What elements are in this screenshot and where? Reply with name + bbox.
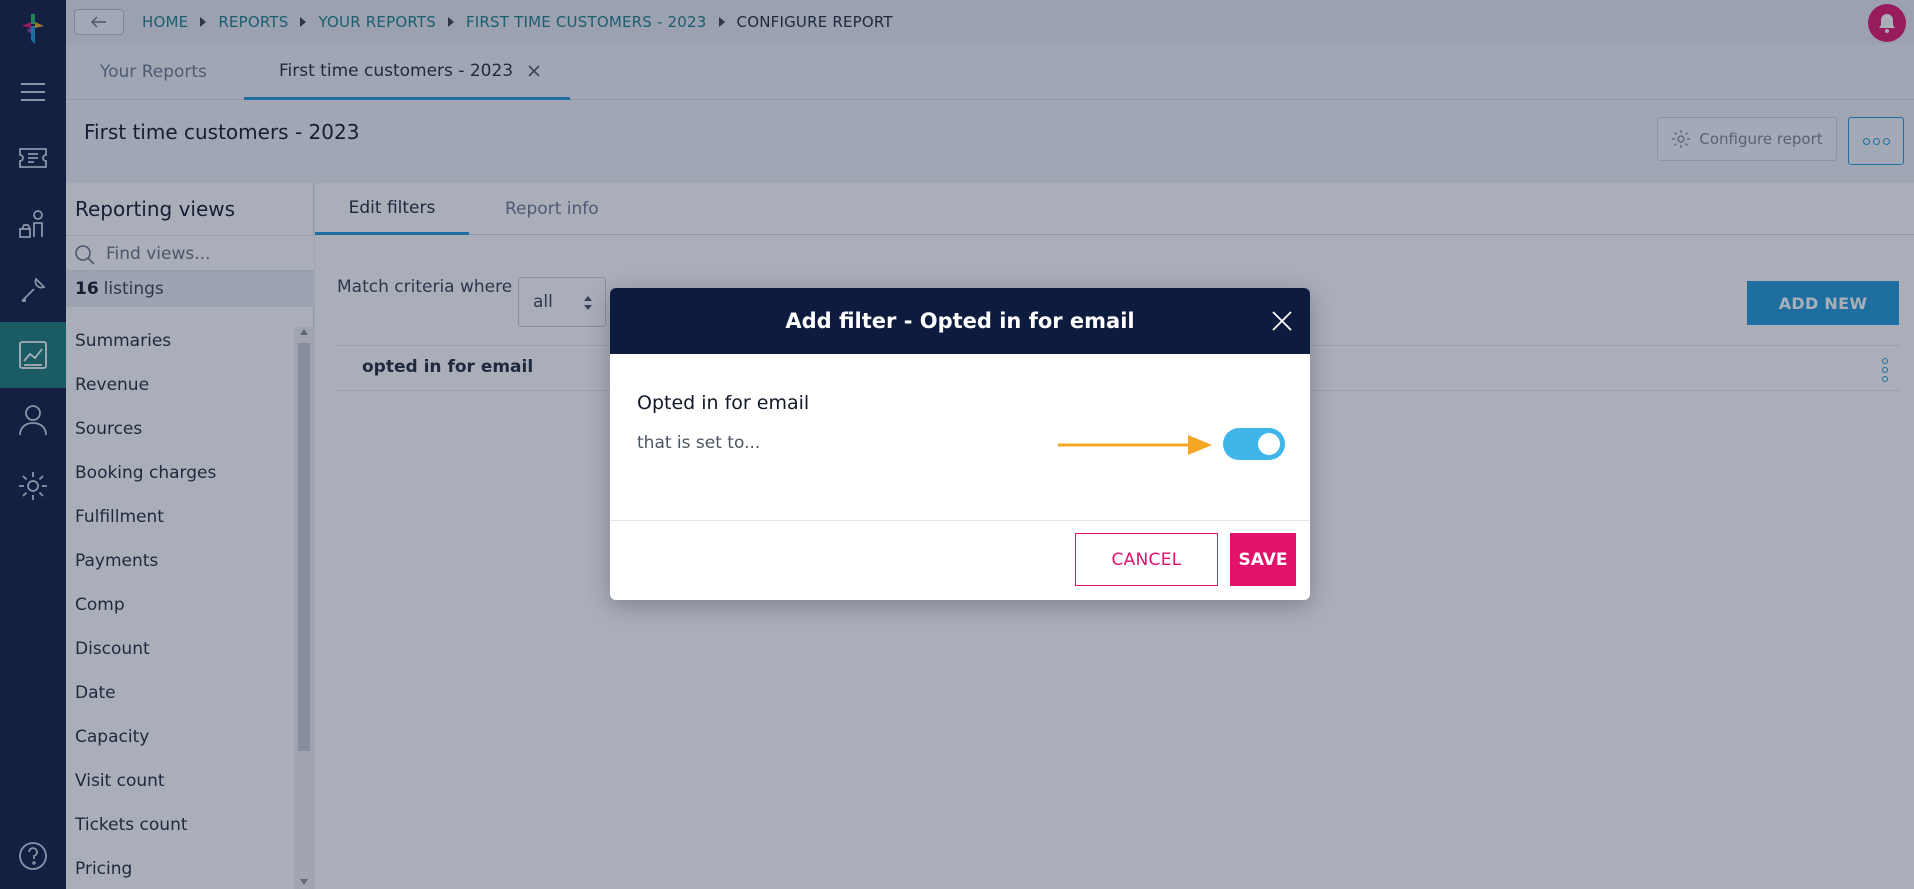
modal-header: Add filter - Opted in for email [610,288,1310,354]
opted-in-toggle[interactable] [1223,428,1285,460]
modal-divider [610,520,1310,521]
close-modal-icon[interactable] [1270,309,1294,333]
cancel-button[interactable]: CANCEL [1075,533,1218,586]
toggle-knob [1258,433,1280,455]
field-subtitle: that is set to... [637,433,761,453]
modal-title: Add filter - Opted in for email [785,309,1135,333]
annotation-arrow-icon [1058,435,1212,455]
add-filter-modal: Add filter - Opted in for email Opted in… [610,288,1310,600]
field-title: Opted in for email [637,392,810,414]
save-button[interactable]: SAVE [1230,533,1296,586]
